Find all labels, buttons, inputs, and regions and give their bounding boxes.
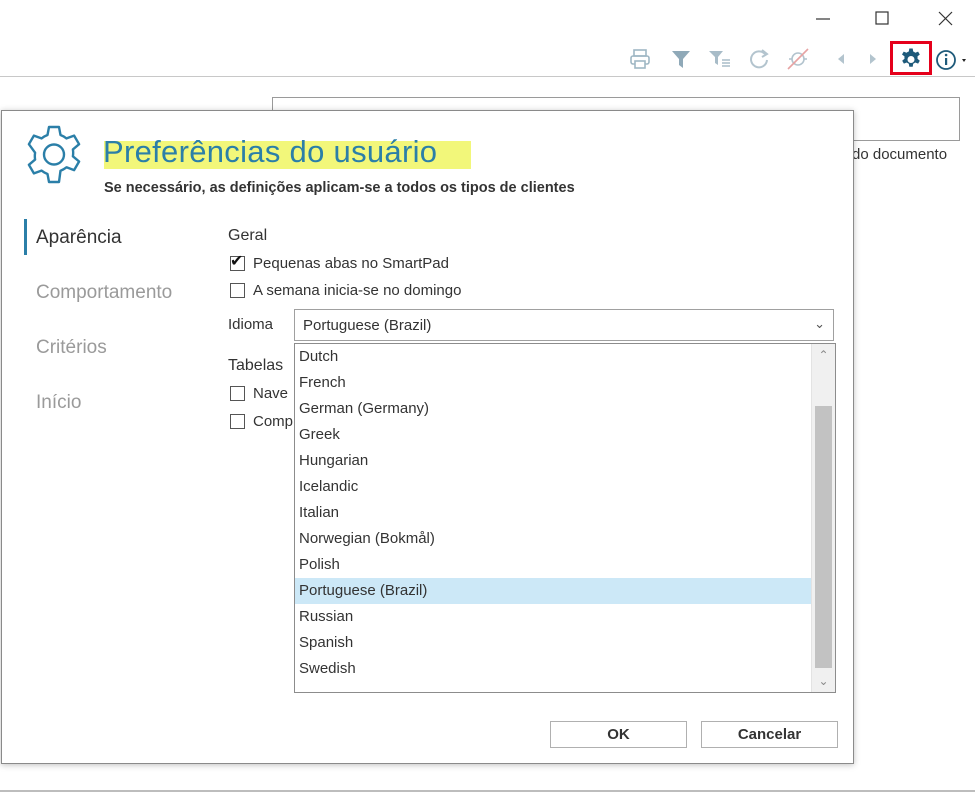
small-tabs-label: Pequenas abas no SmartPad: [253, 254, 449, 272]
language-select[interactable]: Portuguese (Brazil) ⌄: [294, 309, 834, 341]
print-icon: [630, 49, 650, 69]
minimize-icon: [816, 18, 830, 20]
minimize-button[interactable]: [809, 4, 837, 32]
dialog-title: Preferências do usuário: [103, 134, 438, 169]
filter-button[interactable]: [666, 44, 696, 74]
language-option[interactable]: Greek: [295, 422, 813, 448]
small-tabs-option[interactable]: ✔ Pequenas abas no SmartPad: [230, 253, 449, 273]
next-button[interactable]: [858, 44, 888, 74]
cancel-button[interactable]: Cancelar: [701, 721, 838, 748]
language-option[interactable]: German (Germany): [295, 396, 813, 422]
scroll-up-arrow-icon[interactable]: ⌃: [812, 344, 835, 366]
language-option[interactable]: Portuguese (Brazil): [295, 578, 813, 604]
scroll-down-arrow-icon[interactable]: ⌄: [812, 670, 835, 692]
tabelas-option-1-label: Nave: [253, 384, 289, 402]
bottom-divider: [0, 790, 975, 792]
settings-button[interactable]: [896, 45, 926, 75]
maximize-icon: [875, 11, 889, 25]
prev-button[interactable]: [826, 44, 856, 74]
filter-icon: [672, 51, 690, 68]
language-select-value: Portuguese (Brazil): [303, 316, 432, 334]
language-option[interactable]: Norwegian (Bokmål): [295, 526, 813, 552]
tabelas-option-1[interactable]: Nave: [230, 383, 288, 403]
tabelas-option-2[interactable]: Comp: [230, 411, 293, 431]
refresh-button[interactable]: [744, 44, 774, 74]
toolbar-divider: [0, 76, 975, 77]
nav-item-inicio[interactable]: Início: [36, 392, 81, 414]
language-option[interactable]: Hungarian: [295, 448, 813, 474]
chevron-down-icon: ⌄: [814, 316, 825, 331]
print-button[interactable]: [625, 44, 655, 74]
language-option[interactable]: French: [295, 370, 813, 396]
prev-arrow-icon: [838, 54, 844, 64]
idioma-label: Idioma: [228, 316, 274, 333]
background-field-label: do documento: [852, 146, 948, 163]
refresh-icon: [750, 49, 769, 69]
section-geral: Geral: [228, 227, 268, 244]
small-tabs-checkbox[interactable]: ✔: [230, 252, 245, 271]
gear-icon: [27, 125, 81, 184]
language-option[interactable]: Icelandic: [295, 474, 813, 500]
no-location-icon: [787, 48, 809, 70]
language-dropdown-list[interactable]: Dutch French German (Germany) Greek Hungaria…: [294, 343, 836, 693]
dropdown-scrollbar[interactable]: ⌃ ⌄: [811, 344, 835, 692]
preferences-dialog: Preferências do usuário Se necessário, a…: [1, 110, 854, 764]
nav-item-criterios[interactable]: Critérios: [36, 337, 107, 359]
checkmark-icon: ✔: [230, 252, 244, 270]
tabelas-checkbox-1[interactable]: [230, 385, 245, 401]
tabelas-option-2-label: Comp: [253, 412, 294, 430]
dialog-subtitle: Se necessário, as definições aplicam-se …: [104, 180, 575, 196]
close-icon: [938, 11, 953, 26]
nav-active-indicator: [24, 219, 27, 255]
filter-list-icon: [709, 51, 730, 67]
language-option[interactable]: Italian: [295, 500, 813, 526]
language-option[interactable]: Spanish: [295, 630, 813, 656]
language-option[interactable]: Swedish: [295, 656, 813, 682]
week-sunday-option[interactable]: A semana inicia-se no domingo: [230, 280, 461, 300]
language-option[interactable]: Polish: [295, 552, 813, 578]
ok-button[interactable]: OK: [550, 721, 687, 748]
info-button[interactable]: [933, 45, 973, 75]
scroll-thumb[interactable]: [815, 406, 832, 668]
tabelas-checkbox-2[interactable]: [230, 413, 245, 429]
maximize-button[interactable]: [868, 4, 896, 32]
nav-item-comportamento[interactable]: Comportamento: [36, 282, 172, 304]
nav-item-aparencia[interactable]: Aparência: [36, 227, 122, 249]
week-sunday-label: A semana inicia-se no domingo: [253, 281, 462, 299]
next-arrow-icon: [870, 54, 876, 64]
filter-list-button[interactable]: [705, 44, 735, 74]
language-option[interactable]: Russian: [295, 604, 813, 630]
close-button[interactable]: [931, 4, 959, 32]
language-option[interactable]: Dutch: [295, 344, 813, 370]
section-tabelas: Tabelas: [228, 357, 284, 374]
info-icon: [936, 50, 966, 70]
language-options: Dutch French German (Germany) Greek Hungaria…: [295, 344, 835, 682]
week-sunday-checkbox[interactable]: [230, 282, 245, 298]
gear-icon: [902, 48, 920, 67]
no-location-button[interactable]: [783, 44, 813, 74]
